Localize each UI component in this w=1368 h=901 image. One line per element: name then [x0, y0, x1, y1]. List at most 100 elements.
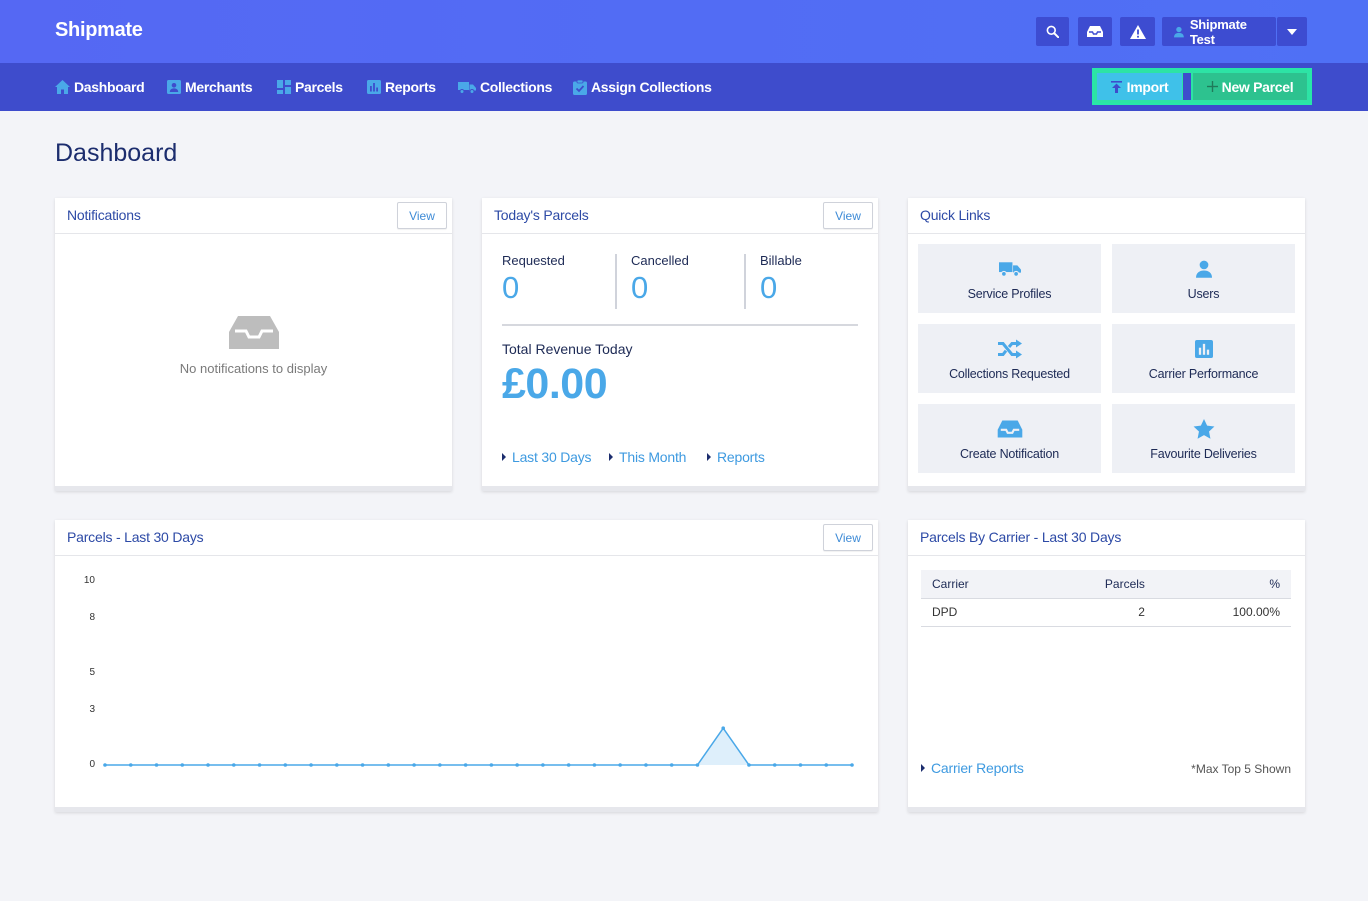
search-button[interactable]	[1036, 17, 1069, 46]
nav-dashboard[interactable]: Dashboard	[55, 79, 145, 95]
data-point[interactable]	[618, 763, 622, 767]
quick-link-label: Create Notification	[959, 447, 1060, 461]
inbox-icon	[1087, 26, 1103, 37]
caret-right-icon	[502, 453, 506, 461]
brand-logo[interactable]: Shipmate	[55, 19, 143, 42]
quick-link-label: Favourite Deliveries	[1150, 447, 1257, 461]
nav-collections[interactable]: Collections	[458, 79, 552, 95]
quick-link-label: Service Profiles	[967, 287, 1052, 301]
link-last-30-days[interactable]: Last 30 Days	[502, 449, 592, 465]
data-point[interactable]	[592, 763, 597, 767]
stat-label: Billable	[760, 253, 802, 268]
quick-link-label: Users	[1187, 287, 1220, 301]
data-point[interactable]	[309, 763, 313, 767]
data-point[interactable]	[335, 763, 339, 767]
notifications-view-button[interactable]: View	[397, 202, 447, 229]
caret-down-icon	[1287, 28, 1297, 35]
data-point[interactable]	[721, 726, 726, 730]
quick-link-create-notification[interactable]: Create Notification	[918, 404, 1101, 473]
data-point[interactable]	[128, 763, 133, 767]
table-row: DPD 2 100.00%	[921, 598, 1291, 627]
new-parcel-label: New Parcel	[1221, 78, 1294, 95]
nav-reports[interactable]: Reports	[367, 79, 436, 95]
table-header-row: Carrier Parcels %	[921, 570, 1291, 599]
link-label: Last 30 Days	[512, 449, 592, 465]
data-point[interactable]	[103, 763, 107, 767]
data-point[interactable]	[463, 763, 468, 767]
data-point[interactable]	[257, 763, 262, 767]
user-menu-button[interactable]: Shipmate Test	[1162, 17, 1276, 47]
link-this-month[interactable]: This Month	[609, 449, 686, 465]
import-label: Import	[1126, 78, 1169, 95]
data-point[interactable]	[360, 763, 365, 767]
divider	[502, 324, 858, 326]
data-point[interactable]	[515, 763, 519, 767]
parcels-chart-card: Parcels - Last 30 Days View 0 3 5 8 10	[55, 520, 878, 812]
nav-label: Merchants	[185, 79, 253, 95]
data-point[interactable]	[772, 763, 777, 767]
carriers-table: Carrier Parcels % DPD 2 100.00%	[921, 570, 1291, 627]
alerts-button[interactable]	[1120, 17, 1155, 46]
user-icon	[1195, 260, 1212, 278]
clipboard-check-icon	[573, 79, 587, 95]
star-icon	[1193, 419, 1214, 439]
data-point[interactable]	[180, 763, 185, 767]
truck-icon	[998, 262, 1021, 277]
action-button-group: Import New Parcel	[1092, 68, 1312, 105]
data-point[interactable]	[231, 763, 236, 767]
quick-link-carrier-performance[interactable]: Carrier Performance	[1112, 324, 1295, 393]
stat-divider	[615, 254, 617, 309]
data-point[interactable]	[489, 763, 494, 767]
carrier-reports-link[interactable]: Carrier Reports	[921, 760, 1024, 776]
data-point[interactable]	[541, 763, 545, 767]
quick-link-service-profiles[interactable]: Service Profiles	[918, 244, 1101, 313]
data-point[interactable]	[747, 763, 751, 767]
quick-link-favourite-deliveries[interactable]: Favourite Deliveries	[1112, 404, 1295, 473]
import-button[interactable]: Import	[1097, 73, 1182, 100]
data-point[interactable]	[850, 763, 854, 767]
nav-assign-collections[interactable]: Assign Collections	[573, 79, 712, 95]
quick-link-users[interactable]: Users	[1112, 244, 1295, 313]
plus-icon	[1206, 81, 1218, 92]
data-point[interactable]	[154, 763, 159, 767]
data-point[interactable]	[412, 763, 416, 767]
todays-parcels-view-button[interactable]: View	[823, 202, 873, 229]
stat-billable: Billable 0	[760, 253, 802, 306]
quick-link-label: Carrier Performance	[1148, 367, 1259, 381]
link-reports[interactable]: Reports	[707, 449, 765, 465]
caret-right-icon	[921, 764, 925, 772]
quick-links-card: Quick Links Service Profiles Users Colle…	[908, 198, 1305, 491]
data-point[interactable]	[283, 763, 288, 767]
new-parcel-button[interactable]: New Parcel	[1193, 73, 1307, 100]
stat-divider	[744, 254, 746, 309]
stat-cancelled: Cancelled 0	[631, 253, 689, 306]
card-title: Quick Links	[920, 207, 991, 223]
data-point[interactable]	[798, 763, 803, 767]
data-point[interactable]	[695, 763, 700, 767]
data-point[interactable]	[669, 763, 674, 767]
user-dropdown-toggle[interactable]	[1277, 17, 1307, 46]
inbox-icon	[228, 316, 279, 349]
empty-state: No notifications to display	[55, 316, 452, 376]
nav-label: Assign Collections	[591, 79, 712, 95]
revenue-label: Total Revenue Today	[502, 341, 633, 357]
nav-label: Collections	[480, 79, 553, 95]
carriers-card: Parcels By Carrier - Last 30 Days Carrie…	[908, 520, 1305, 812]
grid-icon	[277, 80, 291, 94]
column-header: Parcels	[1035, 570, 1156, 599]
parcels-area-chart	[103, 726, 854, 767]
quick-link-collections-requested[interactable]: Collections Requested	[918, 324, 1101, 393]
data-point[interactable]	[824, 763, 829, 767]
user-icon	[1174, 26, 1184, 37]
card-header: Quick Links	[908, 198, 1305, 234]
nav-parcels[interactable]: Parcels	[277, 79, 343, 95]
inbox-button[interactable]	[1078, 17, 1112, 46]
data-point[interactable]	[206, 763, 210, 767]
data-point[interactable]	[386, 763, 391, 767]
nav-merchants[interactable]: Merchants	[167, 79, 253, 95]
data-point[interactable]	[644, 763, 648, 767]
data-point[interactable]	[566, 763, 571, 767]
column-header: Carrier	[921, 570, 1036, 599]
data-point[interactable]	[438, 763, 442, 767]
carrier-cell: DPD	[921, 598, 1036, 627]
